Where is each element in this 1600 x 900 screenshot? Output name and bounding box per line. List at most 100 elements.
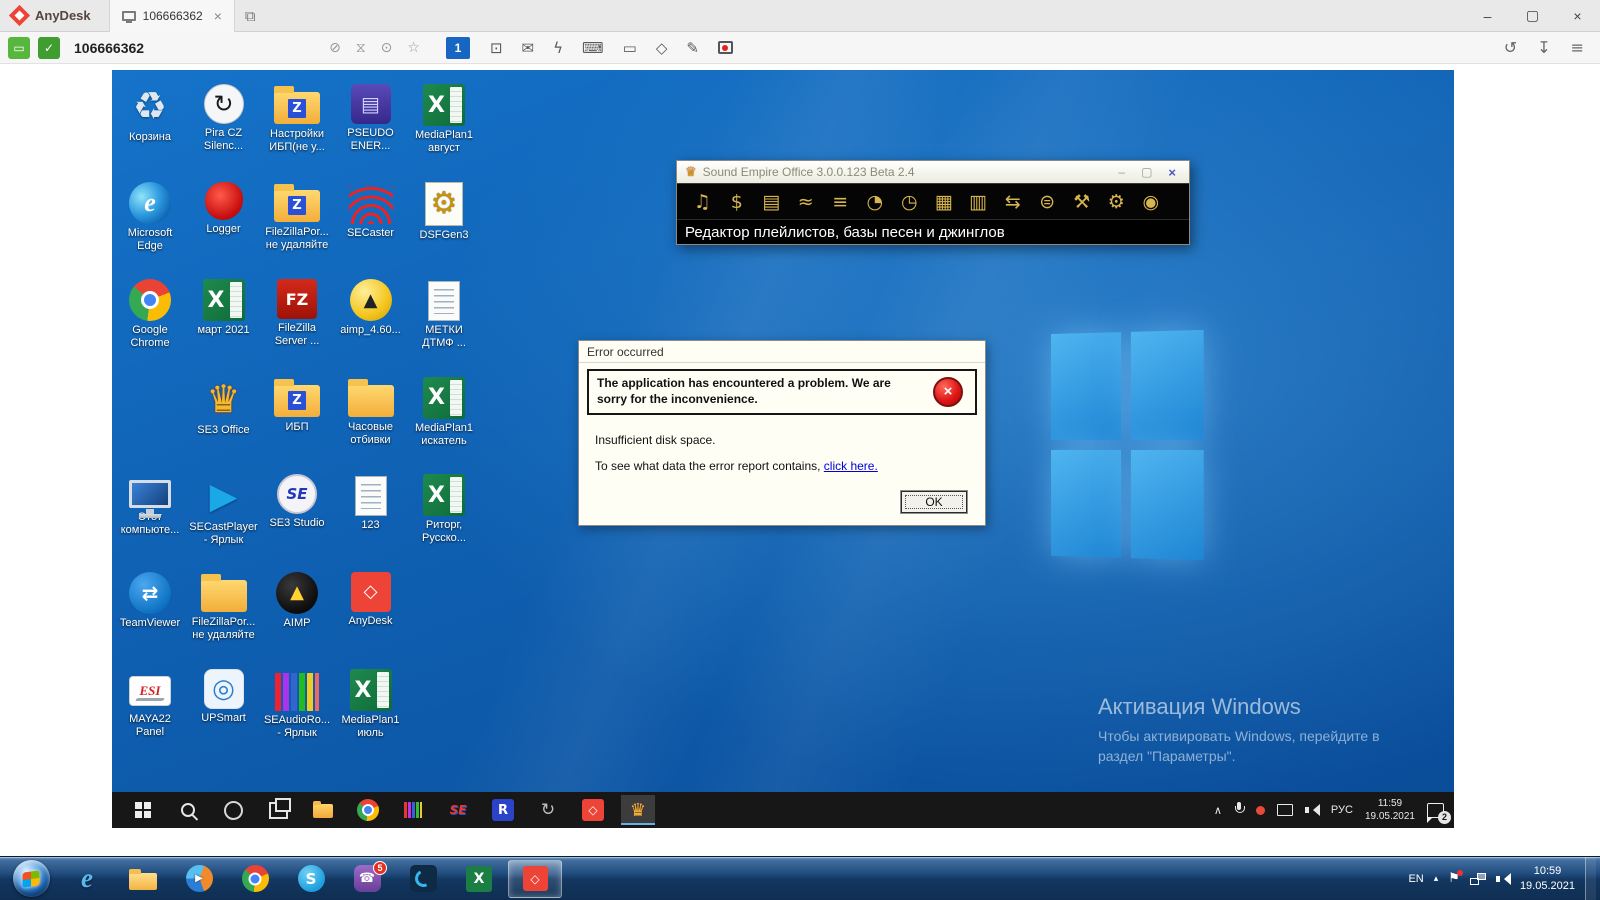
accept-session-tile-icon[interactable]: ✓	[38, 37, 60, 59]
messenger-icon[interactable]	[396, 860, 450, 898]
money-icon[interactable]: $	[720, 191, 755, 213]
host-volume-icon[interactable]	[1496, 872, 1510, 886]
desktop-icon-pseudo-ener[interactable]: ▤PSEUDO ENER...	[335, 84, 407, 153]
menu-icon[interactable]: ≡	[1571, 38, 1584, 57]
stamp-icon[interactable]: ◔	[858, 191, 893, 213]
cortana-button[interactable]	[216, 795, 250, 825]
host-clock[interactable]: 10:59 19.05.2021	[1520, 864, 1575, 894]
desktop-icon-anydesk[interactable]: ◇AnyDesk	[335, 572, 407, 628]
desktop-icon-se3-office[interactable]: ♛SE3 Office	[188, 377, 260, 437]
window-close-button[interactable]: ×	[1555, 0, 1600, 31]
cards-icon[interactable]: ▥	[961, 191, 996, 213]
recording-indicator-icon[interactable]	[1256, 806, 1265, 815]
action-center-flag-icon[interactable]: ⚑	[1448, 871, 1460, 886]
settings-gear-icon[interactable]: ⚙	[1099, 191, 1134, 213]
audio-levels-app-icon[interactable]	[396, 795, 430, 825]
desktop-icon-microsoft-edge[interactable]: eMicrosoft Edge	[114, 182, 186, 253]
desktop-icon-nastroyki-ibp[interactable]: ZНастройки ИБП(не у...	[261, 84, 333, 154]
favorites-star-icon[interactable]: ☆	[407, 40, 420, 56]
ok-button[interactable]: OK	[901, 491, 967, 513]
start-button[interactable]	[126, 795, 160, 825]
tools-icon[interactable]: ⚒	[1065, 191, 1100, 213]
search-button[interactable]	[171, 795, 205, 825]
desktop-icon-mediaplan1-avgust[interactable]: XMediaPlan1 август	[408, 84, 480, 155]
permissions-icon[interactable]: ⊙	[381, 40, 393, 56]
monitor-1-tab[interactable]: 1	[446, 37, 470, 59]
desktop-icon-aimp-setup[interactable]: ▲aimp_4.60...	[335, 279, 407, 337]
click-here-link[interactable]: click here.	[824, 459, 878, 473]
new-session-tab-button[interactable]: ⧉	[245, 7, 256, 25]
keyboard-icon[interactable]: ⌨	[582, 39, 604, 57]
add-monitor-icon[interactable]: ⊡	[490, 39, 503, 57]
exchange-icon[interactable]: ⇆	[996, 191, 1031, 213]
desktop-icon-filezilla-portable-2[interactable]: FileZillaPor... не удаляйте	[188, 572, 260, 642]
se-close-button[interactable]: ×	[1163, 165, 1181, 180]
document-icon[interactable]: ▤	[754, 191, 789, 213]
grid-icon[interactable]: ▦	[927, 191, 962, 213]
session-timer-icon[interactable]: ⧖	[356, 40, 366, 56]
display-settings-icon[interactable]: ▭	[623, 39, 637, 57]
notifications-icon[interactable]: 2	[1427, 803, 1444, 818]
desktop-icon-google-chrome[interactable]: Google Chrome	[114, 279, 186, 350]
desktop-icon-ritorg[interactable]: XРиторг, Русско...	[408, 474, 480, 545]
r-app-icon[interactable]: R	[486, 795, 520, 825]
desktop-icon-korzina[interactable]: ♻Корзина	[114, 84, 186, 144]
chat-icon[interactable]: ✉	[522, 39, 535, 57]
desktop-icon-mediaplan1-iskatel[interactable]: XMediaPlan1 искатель	[408, 377, 480, 448]
sync-app-icon[interactable]: ↻	[531, 795, 565, 825]
display-tray-icon[interactable]	[1277, 804, 1293, 816]
desktop-icon-filezilla-portable[interactable]: ZFileZillaPor... не удаляйте	[261, 182, 333, 252]
desktop-icon-logger[interactable]: Logger	[188, 182, 260, 236]
desktop-icon-doc-123[interactable]: 123	[335, 474, 407, 532]
desktop-icon-aimp[interactable]: ▲AIMP	[261, 572, 333, 630]
desktop-icon-maya22-panel[interactable]: ESIMAYA22 Panel	[114, 669, 186, 739]
session-tab[interactable]: 106666362 ×	[109, 0, 235, 32]
clock-icon[interactable]: ◷	[892, 191, 927, 213]
internet-explorer-icon[interactable]: e	[60, 860, 114, 898]
chrome-host-icon[interactable]	[228, 860, 282, 898]
record-session-icon[interactable]	[718, 41, 733, 54]
se-minimize-button[interactable]: –	[1113, 165, 1130, 179]
desktop-icon-etot-kompyuter[interactable]: Этот компьюте...	[114, 474, 186, 537]
skype-icon[interactable]: S	[284, 860, 338, 898]
windows-explorer-icon[interactable]	[116, 860, 170, 898]
se-app-icon[interactable]: SE	[441, 795, 475, 825]
remote-clock[interactable]: 11:59 19.05.2021	[1365, 797, 1415, 824]
desktop-icon-upsmart[interactable]: ◎UPSmart	[188, 669, 260, 725]
desktop-icon-secastplayer[interactable]: ▶SECastPlayer - Ярлык	[188, 474, 260, 547]
music-icon[interactable]: ♫	[685, 191, 720, 213]
desktop-icon-teamviewer[interactable]: ⇄TeamViewer	[114, 572, 186, 630]
anydesk-taskbar-icon[interactable]: ◇	[576, 795, 610, 825]
viber-icon[interactable]: ☎5	[340, 860, 394, 898]
media-player-icon[interactable]: ▶	[172, 860, 226, 898]
desktop-icon-dsfgen3[interactable]: ⚙DSFGen3	[408, 182, 480, 242]
desktop-icon-seaudioro[interactable]: SEAudioRo... - Ярлык	[261, 669, 333, 740]
sound-empire-taskbar-icon[interactable]: ♛	[621, 795, 655, 825]
history-icon[interactable]: ↺	[1504, 38, 1517, 57]
chrome-taskbar-icon[interactable]	[351, 795, 385, 825]
window-minimize-button[interactable]: –	[1465, 0, 1510, 31]
playlist-icon[interactable]: ≡	[823, 191, 858, 213]
database-icon[interactable]: ⊜	[1030, 191, 1065, 213]
file-explorer-button[interactable]	[306, 795, 340, 825]
host-tray-expand-icon[interactable]: ▴	[1434, 874, 1439, 884]
volume-icon[interactable]	[1305, 803, 1319, 817]
session-tab-close-icon[interactable]: ×	[214, 8, 222, 24]
privacy-icon[interactable]: ◇	[656, 39, 668, 57]
desktop-icon-chasovye-otbivki[interactable]: Часовые отбивки	[335, 377, 407, 447]
desktop-icon-filezilla-server[interactable]: FZFileZilla Server ...	[261, 279, 333, 348]
view-eye-icon[interactable]: ◉	[1134, 191, 1169, 213]
desktop-icon-metki-dtmf[interactable]: МЕТКИ ДТМФ ...	[408, 279, 480, 350]
task-view-button[interactable]	[261, 795, 295, 825]
desktop-icon-ibp[interactable]: ZИБП	[261, 377, 333, 434]
desktop-icon-mediaplan1-iyul[interactable]: XMediaPlan1 июль	[335, 669, 407, 740]
update-icon[interactable]: ↧	[1537, 38, 1550, 57]
desktop-icon-se3-studio[interactable]: SESE3 Studio	[261, 474, 333, 530]
host-language-indicator[interactable]: EN	[1408, 873, 1423, 885]
show-desktop-button[interactable]	[1585, 857, 1596, 900]
se-maximize-button[interactable]: ▢	[1136, 165, 1157, 179]
desktop-icon-pira-cz[interactable]: ↻Pira CZ Silenc...	[188, 84, 260, 153]
actions-icon[interactable]: ϟ	[553, 39, 563, 57]
tray-expand-icon[interactable]: ∧	[1214, 804, 1222, 817]
se-titlebar[interactable]: ♛ Sound Empire Office 3.0.0.123 Beta 2.4…	[677, 161, 1189, 183]
